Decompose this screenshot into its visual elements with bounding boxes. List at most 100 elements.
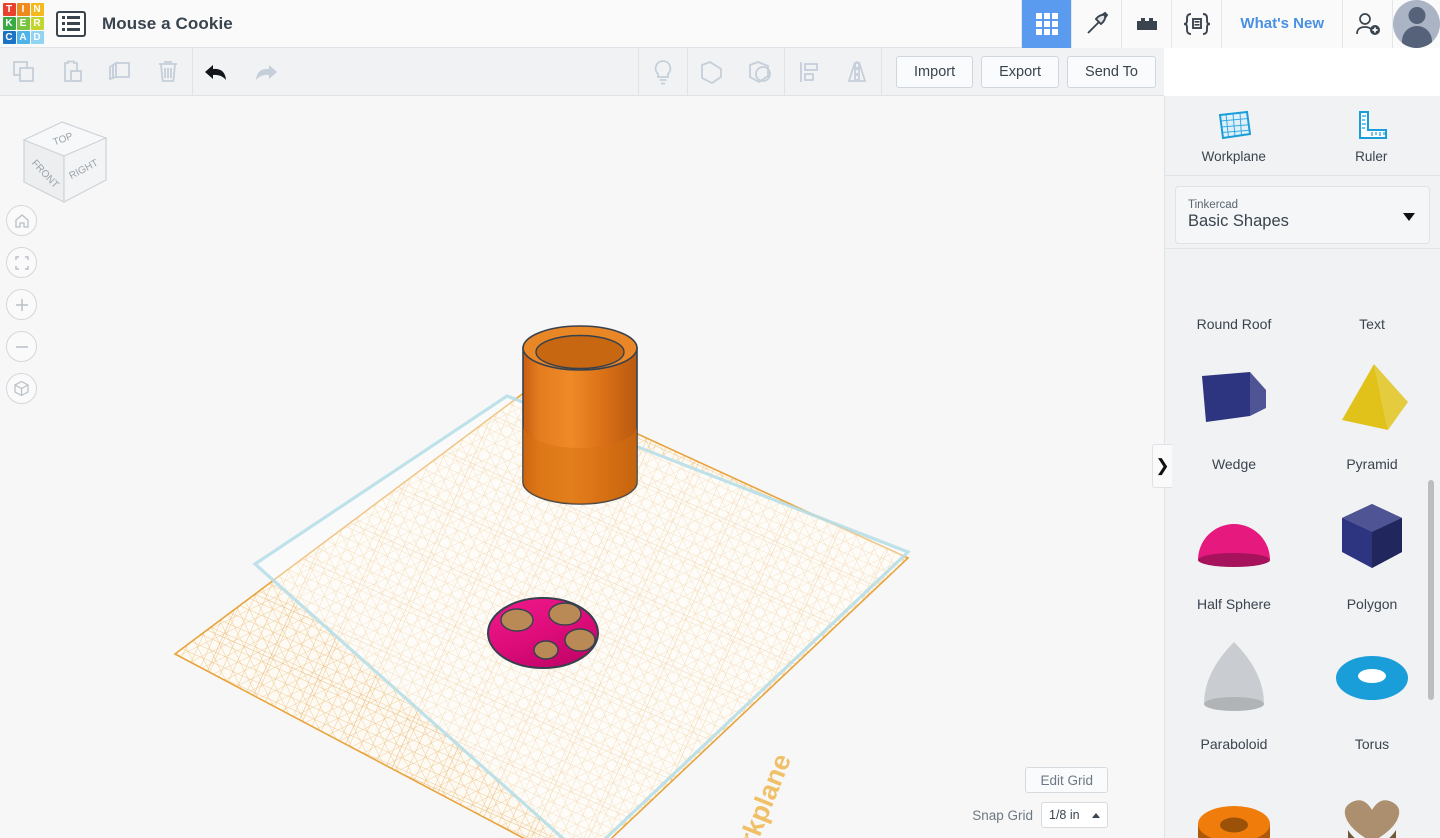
- shape-pyramid[interactable]: Pyramid: [1303, 345, 1440, 485]
- shape-tube[interactable]: [1165, 765, 1303, 838]
- zoom-in-button[interactable]: [6, 289, 37, 320]
- shapes-scroll-area[interactable]: Round Roof Text Wedge Pyramid Half Sphere Pol…: [1165, 248, 1440, 838]
- shape-paraboloid[interactable]: Paraboloid: [1165, 625, 1303, 765]
- group-icon[interactable]: [688, 48, 736, 96]
- shape-half-sphere-label: Half Sphere: [1197, 596, 1271, 612]
- snap-grid-select[interactable]: 1/8 in: [1041, 802, 1108, 828]
- library-provider-label: Tinkercad: [1188, 199, 1239, 211]
- shape-polygon-art: [1303, 485, 1440, 596]
- whats-new-link[interactable]: What's New: [1221, 0, 1342, 48]
- group-tools: [688, 48, 784, 96]
- send-to-button[interactable]: Send To: [1067, 55, 1156, 88]
- ruler-tool[interactable]: Ruler: [1303, 96, 1440, 175]
- shape-round-roof[interactable]: Round Roof: [1165, 249, 1303, 345]
- snap-grid-value: 1/8 in: [1049, 808, 1080, 822]
- snap-grid-control: Snap Grid 1/8 in: [972, 802, 1108, 828]
- shape-wedge-art: [1165, 345, 1303, 456]
- undo-icon[interactable]: [193, 48, 241, 96]
- shapes-panel: Workplane Ruler Tinkercad Basic Shapes R…: [1164, 96, 1440, 838]
- workplane-tool-label: Workplane: [1201, 149, 1266, 164]
- workplane-tool[interactable]: Workplane: [1165, 96, 1303, 175]
- mirror-icon[interactable]: [833, 48, 881, 96]
- tinkercad-logo-tiles: TIN KER CAD: [2, 3, 44, 44]
- shape-round-roof-art: [1165, 249, 1303, 316]
- tinkercad-logo[interactable]: TIN KER CAD: [0, 0, 46, 48]
- shape-polygon[interactable]: Polygon: [1303, 485, 1440, 625]
- hint-lightbulb-icon[interactable]: [639, 48, 687, 96]
- whats-new-label: What's New: [1240, 15, 1324, 32]
- tinkercad-app: TINKERCAD Mouse a Cookie What's New Impo…: [0, 0, 1440, 838]
- snap-grid-label: Snap Grid: [972, 807, 1033, 823]
- plus-icon: [15, 298, 28, 311]
- panel-scrollbar[interactable]: [1428, 480, 1434, 700]
- shape-paraboloid-label: Paraboloid: [1200, 736, 1268, 752]
- lego-brick-icon[interactable]: [1121, 0, 1172, 48]
- home-view-button[interactable]: [6, 205, 37, 236]
- top-header: TINKERCAD Mouse a Cookie What's New: [0, 0, 1440, 48]
- shape-wedge[interactable]: Wedge: [1165, 345, 1303, 485]
- clipboard-tools: [0, 48, 192, 96]
- avatar-image: [1393, 0, 1440, 48]
- chocolate-chip: [500, 608, 534, 632]
- list-menu-icon[interactable]: [56, 10, 86, 37]
- ruler-tool-label: Ruler: [1355, 149, 1388, 164]
- logo-tile-i: I: [16, 3, 30, 16]
- minus-icon: [15, 345, 28, 348]
- hint-tools: [639, 48, 687, 96]
- ruler-icon: [1359, 111, 1388, 139]
- orange-hollow-cylinder: [522, 325, 638, 505]
- minecraft-pickaxe-icon[interactable]: [1071, 0, 1122, 48]
- shape-wedge-label: Wedge: [1211, 456, 1257, 472]
- shape-heart[interactable]: [1303, 765, 1440, 838]
- shape-pyramid-art: [1303, 345, 1440, 456]
- history-tools: [193, 48, 289, 96]
- workplane-grid-icon: [1218, 110, 1251, 140]
- duplicate-icon[interactable]: [96, 48, 144, 96]
- cube-perspective-icon: [14, 380, 29, 397]
- shape-torus-art: [1303, 625, 1440, 736]
- 3d-canvas[interactable]: Workplane TOP FRONT RIGHT Edit Grid Snap…: [0, 96, 1164, 838]
- collapse-panel-button[interactable]: ❯: [1152, 444, 1172, 488]
- shape-polygon-label: Polygon: [1346, 596, 1398, 612]
- chocolate-chip: [564, 628, 596, 652]
- arrange-tools: [785, 48, 881, 96]
- panel-tools-row: Workplane Ruler: [1165, 96, 1440, 176]
- paste-icon[interactable]: [48, 48, 96, 96]
- shape-half-sphere[interactable]: Half Sphere: [1165, 485, 1303, 625]
- ungroup-icon[interactable]: [736, 48, 784, 96]
- scene-svg: Workplane: [173, 325, 911, 838]
- page-title[interactable]: Mouse a Cookie: [102, 14, 233, 34]
- edit-grid-button[interactable]: Edit Grid: [1025, 767, 1108, 793]
- export-button[interactable]: Export: [981, 55, 1060, 88]
- home-icon: [14, 213, 29, 228]
- align-icon[interactable]: [785, 48, 833, 96]
- user-avatar[interactable]: [1392, 0, 1440, 48]
- shape-round-roof-label: Round Roof: [1196, 316, 1272, 332]
- fit-to-view-icon: [14, 255, 29, 270]
- chocolate-chip: [548, 602, 582, 626]
- delete-trash-icon[interactable]: [144, 48, 192, 96]
- pink-cookie-ellipse: [487, 597, 599, 669]
- codeblocks-icon[interactable]: [1171, 0, 1222, 48]
- logo-tile-c: C: [2, 31, 16, 44]
- chevron-down-icon: [1403, 213, 1415, 221]
- logo-tile-n: N: [30, 3, 44, 16]
- import-button[interactable]: Import: [896, 55, 974, 88]
- shape-text[interactable]: Text: [1303, 249, 1440, 345]
- shape-library-dropdown[interactable]: Tinkercad Basic Shapes: [1175, 186, 1430, 244]
- add-person-icon[interactable]: [1342, 0, 1392, 48]
- perspective-toggle-button[interactable]: [6, 373, 37, 404]
- shape-paraboloid-art: [1165, 625, 1303, 736]
- main-toolbar: Import Export Send To: [0, 47, 1164, 96]
- copy-icon[interactable]: [0, 48, 48, 96]
- shape-torus[interactable]: Torus: [1303, 625, 1440, 765]
- shape-text-label: Text: [1359, 316, 1385, 332]
- redo-icon[interactable]: [241, 48, 289, 96]
- designs-grid-icon[interactable]: [1021, 0, 1072, 48]
- zoom-out-button[interactable]: [6, 331, 37, 362]
- shape-text-art: [1303, 249, 1440, 316]
- chocolate-chip: [533, 640, 559, 660]
- shape-tube-art: [1165, 765, 1303, 838]
- view-cube[interactable]: TOP FRONT RIGHT: [14, 114, 114, 219]
- fit-view-button[interactable]: [6, 247, 37, 278]
